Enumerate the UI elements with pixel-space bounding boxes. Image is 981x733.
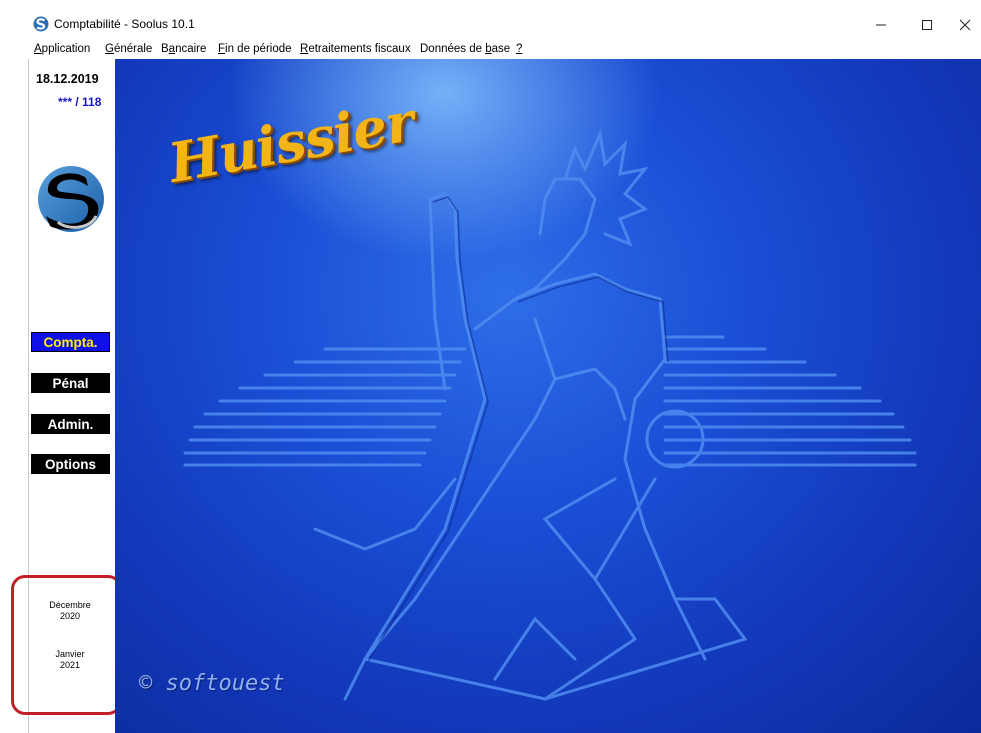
current-date: 18.12.2019	[36, 72, 99, 86]
menu-donnees-de-base[interactable]: Données de base	[420, 42, 510, 57]
title-bar: Comptabilité - Soolus 10.1	[0, 0, 981, 40]
menu-fin-de-periode[interactable]: Fin de période	[218, 42, 292, 57]
penal-button[interactable]: Pénal	[31, 373, 110, 393]
menu-help[interactable]: ?	[516, 42, 522, 57]
close-button[interactable]	[942, 10, 981, 40]
soolus-app-icon	[33, 16, 49, 32]
copyright-text: © softouest	[139, 671, 285, 696]
admin-button[interactable]: Admin.	[31, 414, 110, 434]
options-button[interactable]: Options	[31, 454, 110, 474]
menu-bancaire[interactable]: Bancaire	[161, 42, 206, 57]
main-splash: Huissier © softouest	[115, 59, 981, 733]
window-title: Comptabilité - Soolus 10.1	[54, 17, 195, 31]
minimize-button[interactable]	[858, 10, 904, 40]
app-window: Comptabilité - Soolus 10.1 Application G…	[0, 0, 981, 733]
menu-bar: Application Générale Bancaire Fin de pér…	[0, 40, 981, 59]
soolus-logo-icon	[38, 166, 104, 232]
maximize-icon	[922, 20, 932, 30]
compta-button[interactable]: Compta.	[31, 332, 110, 352]
month-highlight-box	[11, 575, 122, 715]
menu-application[interactable]: Application	[34, 42, 90, 57]
minimize-icon	[876, 24, 886, 26]
menu-retraitements-fiscaux[interactable]: Retraitements fiscaux	[300, 42, 411, 57]
record-counter: *** / 118	[58, 95, 102, 109]
close-icon	[959, 19, 971, 31]
menu-generale[interactable]: Générale	[105, 42, 152, 57]
